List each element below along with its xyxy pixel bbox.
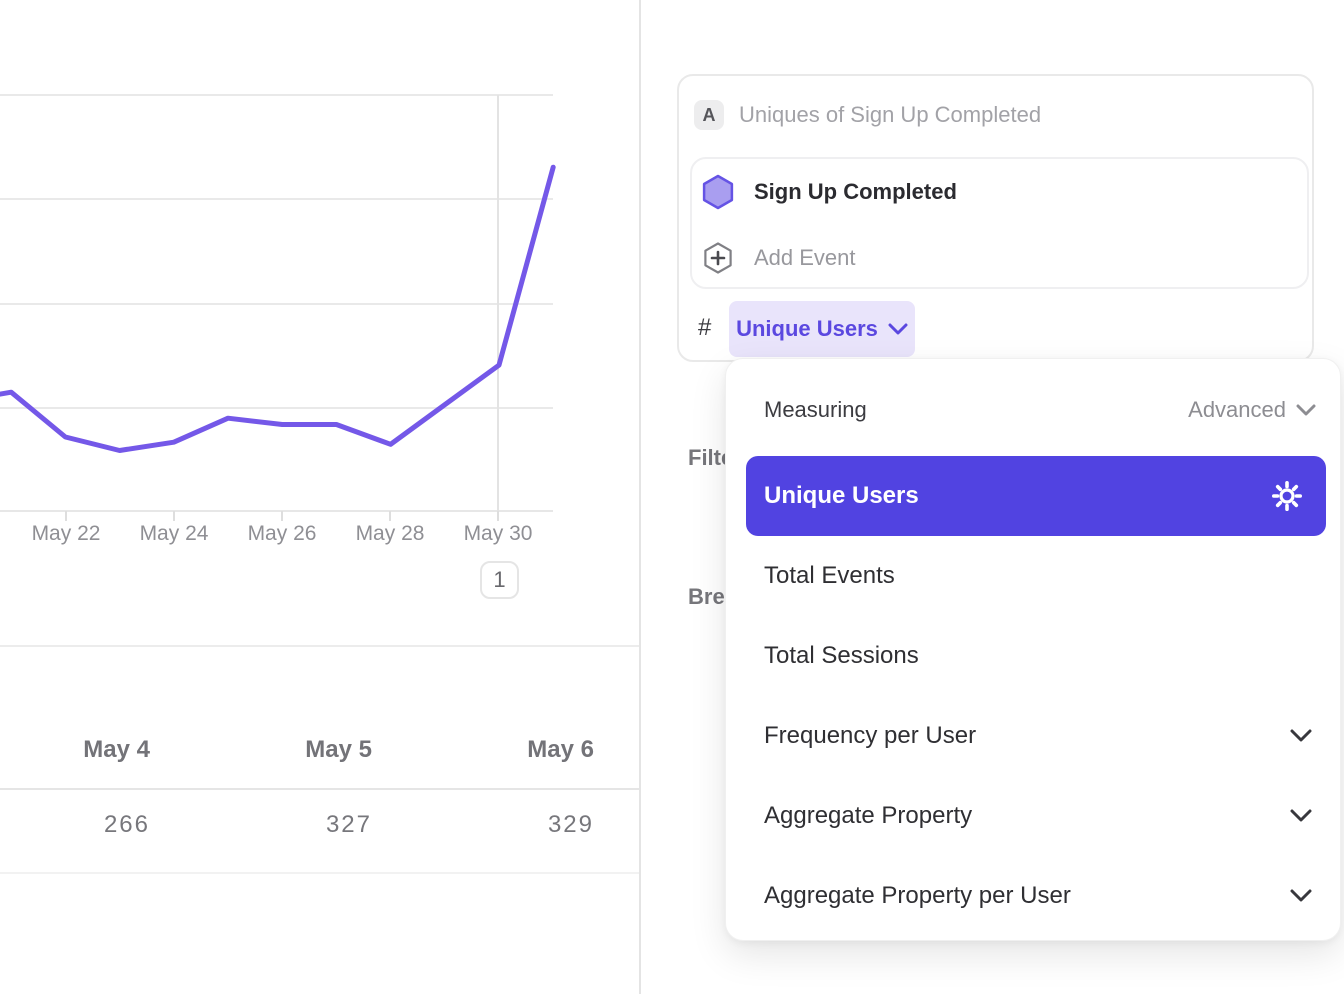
option-aggregate-property-per-user[interactable]: Aggregate Property per User <box>726 856 1340 936</box>
measure-value: Unique Users <box>736 316 878 342</box>
chevron-down-icon <box>1290 809 1312 823</box>
chevron-down-icon <box>1290 729 1312 743</box>
analytics-screen: May 22 May 24 May 26 May 28 May 30 1 May… <box>0 0 1344 994</box>
gear-icon[interactable] <box>1270 479 1304 513</box>
x-tick-label: May 22 <box>11 522 121 546</box>
chevron-down-icon <box>1290 889 1312 903</box>
measuring-label: Measuring <box>764 397 867 423</box>
table-divider <box>0 872 640 874</box>
table-header-cell: May 5 <box>150 736 372 764</box>
annotation-count-badge[interactable]: 1 <box>480 561 519 599</box>
chevron-down-icon <box>888 323 908 336</box>
option-frequency-per-user[interactable]: Frequency per User <box>726 696 1340 776</box>
metric-card: A Uniques of Sign Up Completed Sign Up C… <box>677 74 1314 362</box>
add-event-plus-icon <box>700 240 736 276</box>
option-total-sessions[interactable]: Total Sessions <box>726 616 1340 696</box>
option-total-events[interactable]: Total Events <box>726 536 1340 616</box>
x-tick-label: May 24 <box>119 522 229 546</box>
event-hexagon-icon <box>700 174 736 210</box>
table-header-row: May 4 May 5 May 6 <box>0 712 594 788</box>
add-event-button[interactable]: Add Event <box>692 225 1307 291</box>
measure-selector[interactable]: Unique Users <box>729 301 915 357</box>
dropdown-header: Measuring Advanced <box>726 379 1340 441</box>
table-divider <box>0 788 640 790</box>
measuring-dropdown: Measuring Advanced Unique Users <box>725 358 1341 941</box>
table-row: 266 327 329 <box>0 792 594 858</box>
x-tick-label: May 28 <box>335 522 445 546</box>
metric-card-title: Uniques of Sign Up Completed <box>739 100 1041 130</box>
option-label: Aggregate Property <box>764 802 972 830</box>
option-label: Frequency per User <box>764 722 976 750</box>
chart-panel: May 22 May 24 May 26 May 28 May 30 1 May… <box>0 0 640 994</box>
table-header-cell: May 4 <box>0 736 150 764</box>
x-tick-label: May 30 <box>443 522 553 546</box>
event-name: Sign Up Completed <box>754 179 957 205</box>
add-event-label: Add Event <box>754 245 856 271</box>
option-label: Total Events <box>764 562 895 590</box>
option-unique-users[interactable]: Unique Users <box>746 456 1326 536</box>
table-value-cell: 327 <box>150 811 372 839</box>
chevron-down-icon <box>1296 404 1316 417</box>
table-value-cell: 266 <box>0 811 150 839</box>
advanced-label: Advanced <box>1188 397 1286 423</box>
option-label: Total Sessions <box>764 642 919 670</box>
panel-divider <box>639 0 641 994</box>
series-letter-badge[interactable]: A <box>694 100 724 130</box>
option-label: Aggregate Property per User <box>764 882 1071 910</box>
event-card: Sign Up Completed Add Event <box>690 157 1309 289</box>
x-tick-label: May 26 <box>227 522 337 546</box>
table-header-cell: May 6 <box>372 736 594 764</box>
table-value-cell: 329 <box>372 811 594 839</box>
line-chart <box>0 0 640 530</box>
advanced-mode-selector[interactable]: Advanced <box>1188 397 1316 423</box>
results-table: May 4 May 5 May 6 266 327 329 <box>0 645 640 905</box>
measure-hash-symbol: # <box>698 314 722 342</box>
option-aggregate-property[interactable]: Aggregate Property <box>726 776 1340 856</box>
option-label: Unique Users <box>764 482 919 510</box>
event-row-sign-up-completed[interactable]: Sign Up Completed <box>692 159 1307 225</box>
